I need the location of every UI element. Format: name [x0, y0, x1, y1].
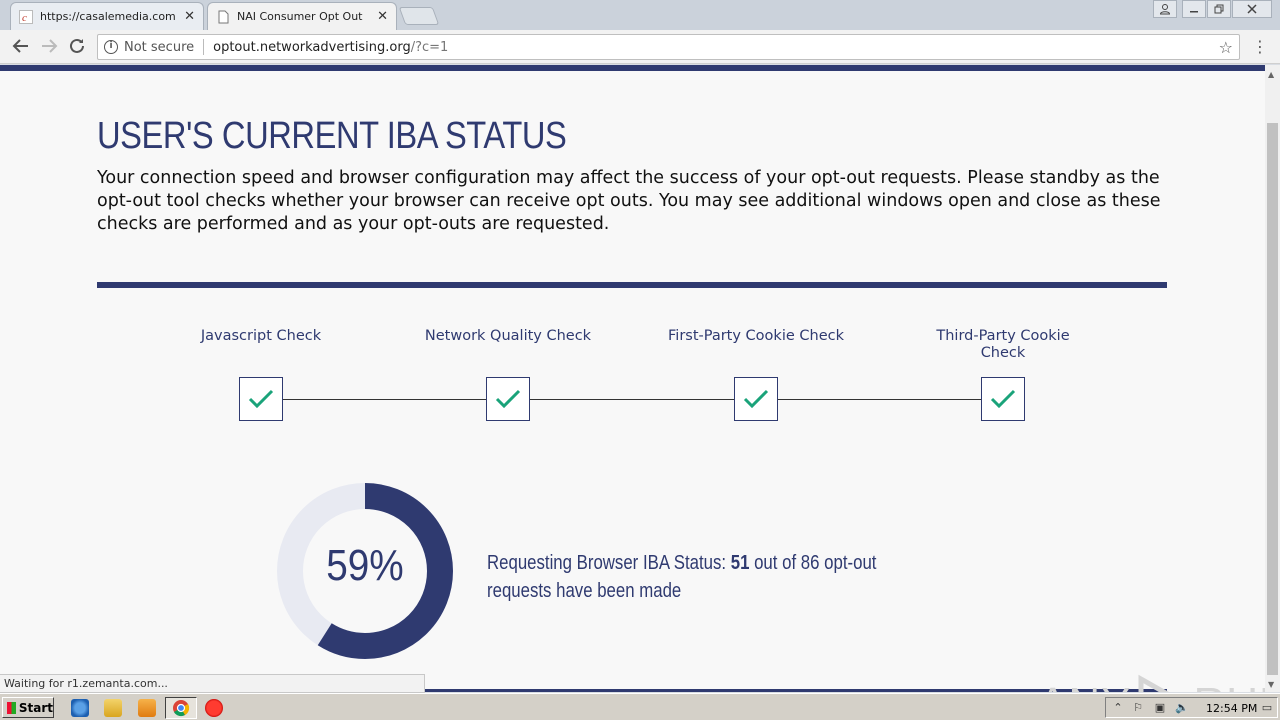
minimize-icon[interactable]	[1182, 0, 1206, 18]
chrome-taskbar-button[interactable]	[165, 697, 197, 719]
user-profile-icon[interactable]	[1153, 0, 1177, 18]
watermark-left-text: ANY	[1038, 679, 1131, 692]
javascript-check-label: Javascript Check	[200, 328, 322, 344]
show-desktop-icon[interactable]: ▭	[1260, 701, 1274, 715]
new-tab-button[interactable]	[398, 7, 440, 25]
page-title: USER'S CURRENT IBA STATUS	[97, 115, 567, 157]
address-bar[interactable]: i Not secure optout.networkadvertising.o…	[97, 34, 1240, 60]
forward-icon[interactable]	[39, 37, 59, 57]
page-scrollbar[interactable]: ▲ ▼	[1265, 65, 1280, 692]
tab-label: NAI Consumer Opt Out	[237, 10, 363, 23]
action-center-flag-icon[interactable]: ⚐	[1131, 701, 1145, 715]
start-button[interactable]: Start	[2, 697, 54, 718]
bookmark-star-icon[interactable]: ☆	[1219, 38, 1233, 57]
windows-flag-icon	[7, 701, 16, 714]
check-connector	[778, 399, 981, 400]
anyrun-watermark: ANY RUN	[1038, 673, 1265, 692]
back-icon[interactable]	[11, 37, 31, 57]
first-party-cookie-check-box	[734, 377, 778, 421]
section-divider	[97, 282, 1167, 288]
windows-taskbar: Start ⌃ ⚐ ▣ 🔈 12:54 PM ▭	[0, 693, 1280, 720]
status-prefix: Requesting Browser IBA Status:	[487, 552, 727, 574]
tray-expand-icon[interactable]: ⌃	[1111, 701, 1125, 715]
url-host: optout.networkadvertising.org	[213, 39, 411, 55]
checkmark-icon	[990, 389, 1016, 409]
casalemedia-favicon-icon: c	[19, 9, 33, 24]
requests-total: 86	[800, 552, 820, 574]
scroll-up-icon[interactable]: ▲	[1268, 70, 1274, 79]
page-description: Your connection speed and browser config…	[97, 168, 1161, 234]
tab-label: https://casalemedia.com	[40, 10, 176, 23]
browser-toolbar: i Not secure optout.networkadvertising.o…	[0, 30, 1280, 64]
info-icon[interactable]: i	[104, 40, 118, 54]
network-icon[interactable]: ▣	[1153, 701, 1167, 715]
tab-close-icon[interactable]: ✕	[377, 9, 388, 24]
third-party-cookie-check-label: Third-Party Cookie Check	[936, 328, 1070, 361]
restore-icon[interactable]	[1207, 0, 1231, 18]
scroll-down-icon[interactable]: ▼	[1268, 680, 1274, 689]
first-party-cookie-check-label: First-Party Cookie Check	[668, 328, 844, 344]
status-middle: out of	[754, 552, 797, 574]
tab-casalemedia[interactable]: c https://casalemedia.com ✕	[10, 2, 204, 30]
system-tray: ⌃ ⚐ ▣ 🔈 12:54 PM ▭	[1105, 697, 1278, 718]
chrome-icon	[173, 700, 190, 717]
start-label: Start	[18, 700, 53, 715]
close-window-icon[interactable]	[1232, 0, 1272, 18]
url-path: /?c=1	[410, 39, 449, 55]
volume-icon[interactable]: 🔈	[1175, 701, 1189, 715]
page-favicon-icon	[216, 10, 230, 24]
check-connector	[283, 399, 486, 400]
requests-done: 51	[730, 552, 750, 574]
tab-close-icon[interactable]: ✕	[184, 9, 195, 24]
tab-strip: c https://casalemedia.com ✕ NAI Consumer…	[0, 0, 1280, 30]
internet-explorer-icon[interactable]	[71, 699, 89, 717]
third-party-cookie-check-box	[981, 377, 1025, 421]
address-separator	[203, 39, 205, 55]
status-bubble: Waiting for r1.zemanta.com...	[0, 674, 425, 693]
media-player-icon[interactable]	[138, 699, 156, 717]
network-quality-check-box	[486, 377, 530, 421]
javascript-check-box	[239, 377, 283, 421]
progress-status-text: Requesting Browser IBA Status: 51 out of…	[487, 549, 924, 605]
scrollbar-thumb[interactable]	[1267, 123, 1278, 675]
play-logo-icon	[1138, 674, 1170, 692]
tab-nai-opt-out[interactable]: NAI Consumer Opt Out ✕	[207, 2, 397, 30]
checkmark-icon	[743, 389, 769, 409]
check-connector	[530, 399, 734, 400]
reload-icon[interactable]	[67, 37, 87, 57]
browser-menu-icon[interactable]: ⋮	[1252, 37, 1268, 57]
progress-percent: 59%	[326, 541, 404, 590]
checkmark-icon	[248, 389, 274, 409]
security-indicator[interactable]: Not secure	[124, 40, 194, 55]
taskbar-clock[interactable]: 12:54 PM	[1206, 702, 1257, 715]
folder-icon[interactable]	[104, 699, 122, 717]
page-viewport: USER'S CURRENT IBA STATUS Your connectio…	[0, 65, 1265, 692]
watermark-right-text: RUN	[1193, 679, 1265, 692]
network-quality-check-label: Network Quality Check	[424, 328, 592, 344]
svg-text:c: c	[22, 12, 27, 24]
opera-icon[interactable]	[205, 699, 223, 717]
checkmark-icon	[495, 389, 521, 409]
page-top-bar	[0, 65, 1265, 71]
